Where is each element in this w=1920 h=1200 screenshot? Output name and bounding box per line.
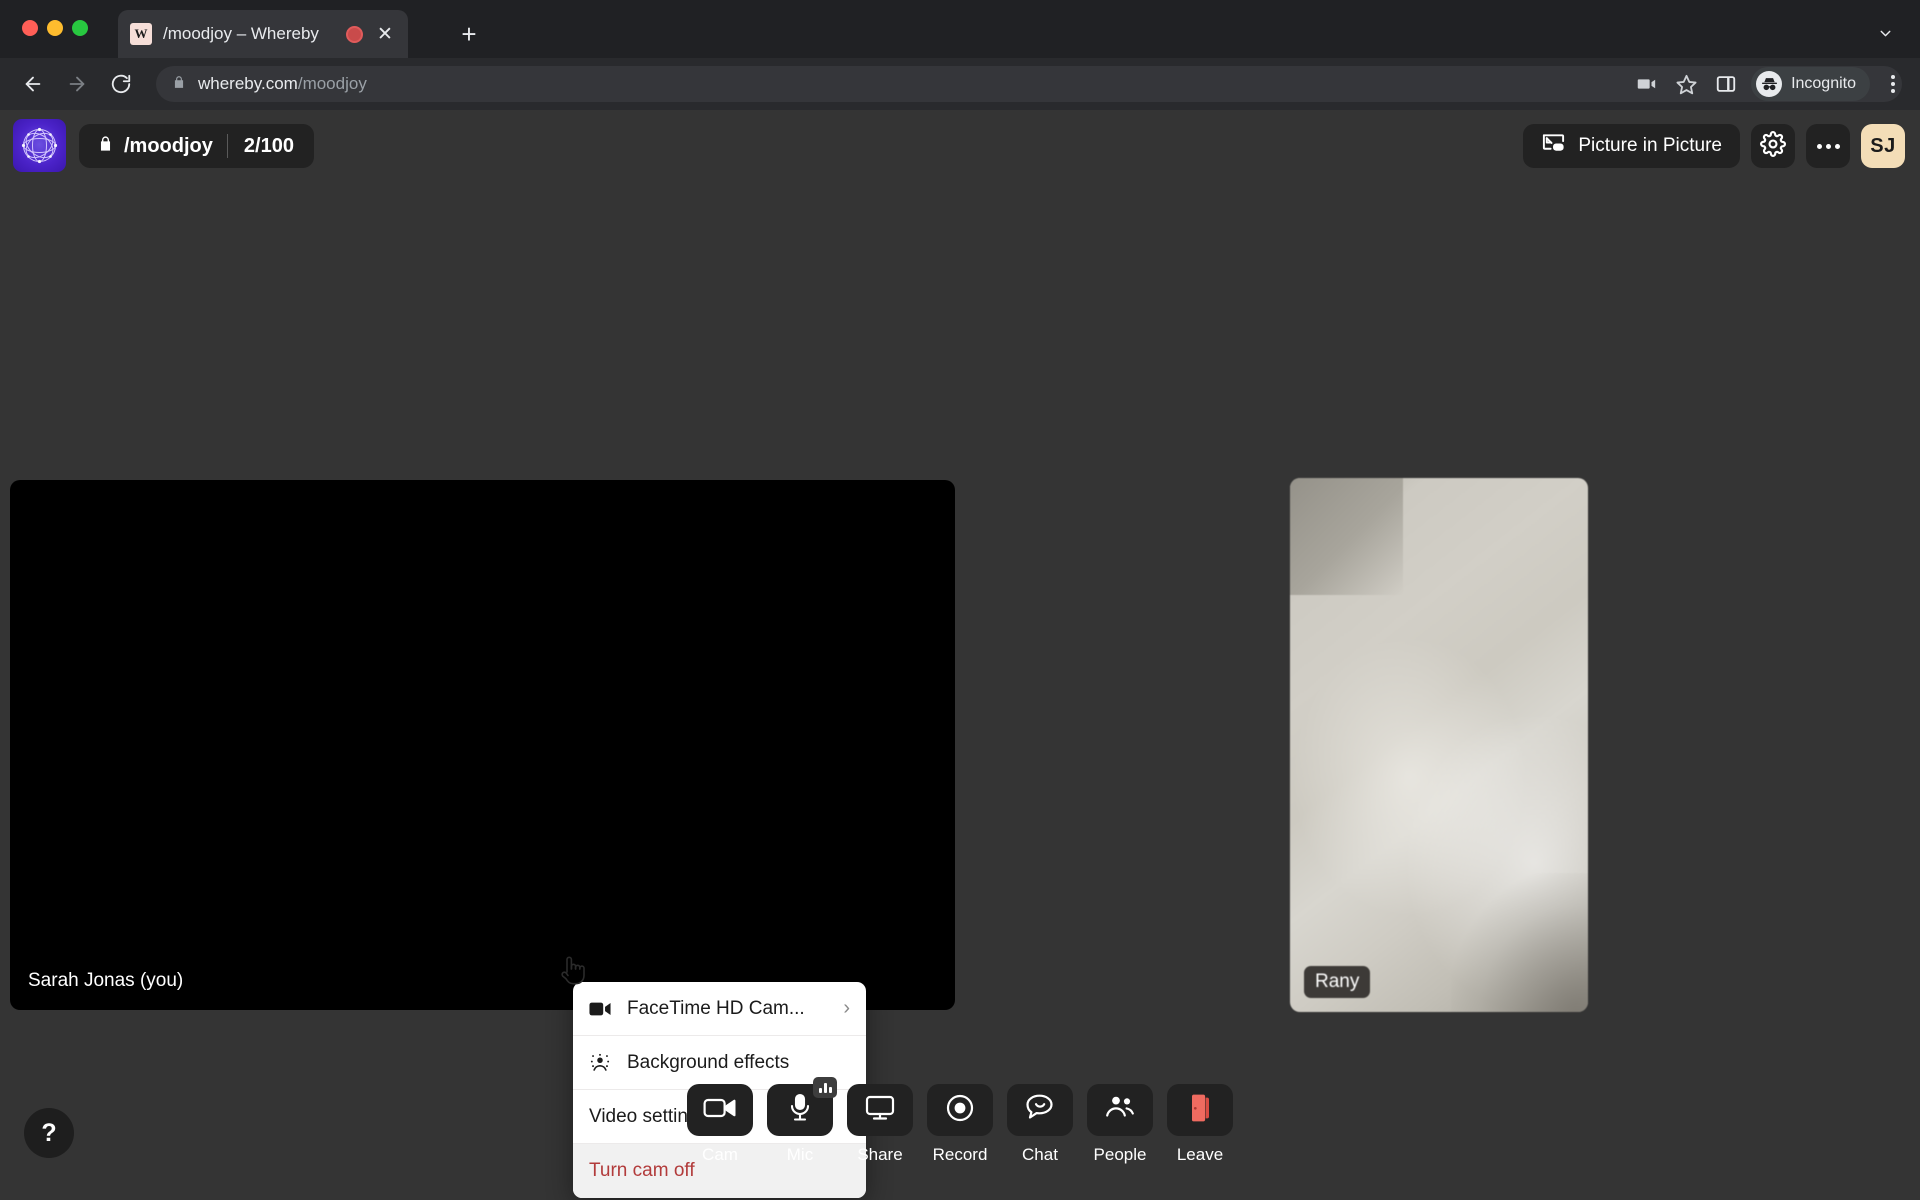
lock-icon: [172, 74, 186, 95]
chat-label: Chat: [1022, 1145, 1058, 1164]
forward-arrow-icon[interactable]: [62, 69, 92, 99]
participant-name-remote: Rany: [1304, 966, 1371, 998]
reload-arrow-icon[interactable]: [106, 69, 136, 99]
record-label: Record: [932, 1145, 988, 1164]
room-name: /moodjoy: [124, 134, 213, 157]
mic-label: Mic: [786, 1145, 814, 1164]
menu-item-camera-device[interactable]: FaceTime HD Cam... ›: [573, 982, 866, 1036]
browser-toolbar-icons: Incognito: [1631, 58, 1906, 110]
control-record[interactable]: Record: [927, 1084, 993, 1165]
room-info-pill[interactable]: /moodjoy 2/100: [79, 124, 314, 168]
chat-button[interactable]: [1007, 1084, 1073, 1136]
window-traffic-lights: [22, 20, 88, 36]
sparkle-person-icon: [589, 1052, 611, 1074]
cam-label: Cam: [702, 1145, 738, 1164]
lock-icon: [97, 134, 114, 159]
url-domain: whereby.com: [198, 74, 298, 93]
menu-item-label: Background effects: [627, 1051, 790, 1073]
participant-name-self: Sarah Jonas (you): [28, 970, 184, 991]
app-header: /moodjoy 2/100 Picture in Picture SJ: [0, 110, 1920, 192]
microphone-icon: [788, 1093, 812, 1128]
control-chat[interactable]: Chat: [1007, 1084, 1073, 1165]
chevron-right-icon: ›: [843, 997, 850, 1019]
address-bar-url: whereby.com/moodjoy: [198, 74, 367, 94]
people-label: People: [1093, 1145, 1147, 1164]
control-cam[interactable]: Cam: [687, 1084, 753, 1165]
browser-tab[interactable]: W /moodjoy – Whereby ✕: [118, 10, 408, 58]
picture-in-picture-button[interactable]: Picture in Picture: [1523, 124, 1740, 168]
cam-button[interactable]: [687, 1084, 753, 1136]
browser-toolbar: whereby.com/moodjoy Incognito: [0, 58, 1920, 110]
control-leave[interactable]: Leave: [1167, 1084, 1233, 1165]
chat-bubble-icon: [1025, 1093, 1056, 1127]
screen-share-icon: [865, 1094, 895, 1127]
url-path: /moodjoy: [297, 74, 367, 93]
mic-button[interactable]: [767, 1077, 837, 1136]
whereby-room-logo-icon[interactable]: [13, 119, 66, 172]
app-header-actions: Picture in Picture SJ: [1523, 124, 1905, 168]
control-share[interactable]: Share: [847, 1084, 913, 1165]
browser-tab-strip: W /moodjoy – Whereby ✕ +: [0, 0, 1920, 58]
share-label: Share: [857, 1145, 903, 1164]
incognito-icon: [1756, 71, 1783, 97]
chrome-menu-icon[interactable]: [1880, 75, 1906, 93]
back-arrow-icon[interactable]: [18, 69, 48, 99]
leave-door-icon: [1187, 1093, 1213, 1128]
incognito-indicator[interactable]: Incognito: [1751, 67, 1870, 101]
people-button[interactable]: [1087, 1084, 1153, 1136]
window-maximize-button[interactable]: [72, 20, 88, 36]
record-button[interactable]: [927, 1084, 993, 1136]
new-tab-button[interactable]: +: [455, 20, 483, 48]
room-name-group: /moodjoy: [83, 134, 227, 159]
picture-in-picture-label: Picture in Picture: [1578, 135, 1722, 156]
window-minimize-button[interactable]: [47, 20, 63, 36]
video-camera-icon[interactable]: [1631, 69, 1661, 99]
leave-label: Leave: [1176, 1145, 1224, 1164]
whereby-app: /moodjoy 2/100 Picture in Picture SJ Sar…: [0, 110, 1920, 1200]
people-icon: [1104, 1095, 1136, 1126]
screen: W /moodjoy – Whereby ✕ + whereby.com/moo…: [0, 0, 1920, 1200]
menu-item-label: FaceTime HD Cam...: [627, 997, 805, 1019]
more-options-button[interactable]: [1806, 124, 1850, 168]
bookmark-star-icon[interactable]: [1671, 69, 1701, 99]
picture-in-picture-icon: [1541, 132, 1566, 160]
video-camera-icon: [589, 1001, 611, 1017]
tab-title: /moodjoy – Whereby: [163, 24, 319, 43]
settings-button[interactable]: [1751, 124, 1795, 168]
mic-audio-level-badge-icon: [813, 1077, 837, 1098]
tab-list-chevron-down-icon[interactable]: [1872, 20, 1898, 46]
control-mic[interactable]: Mic: [767, 1077, 837, 1165]
share-button[interactable]: [847, 1084, 913, 1136]
gear-icon: [1760, 130, 1786, 162]
control-people[interactable]: People: [1087, 1084, 1153, 1165]
incognito-label: Incognito: [1791, 75, 1856, 92]
video-camera-icon: [703, 1096, 737, 1125]
window-close-button[interactable]: [22, 20, 38, 36]
record-dot-icon: [945, 1093, 975, 1128]
avatar[interactable]: SJ: [1861, 124, 1905, 168]
tab-recording-indicator-icon[interactable]: [346, 25, 363, 43]
meeting-controls-toolbar: Cam Mic Share Record Chat People Leave: [0, 1077, 1920, 1192]
side-panel-icon[interactable]: [1711, 69, 1741, 99]
participant-count: 2/100: [243, 134, 294, 157]
video-tile-remote[interactable]: Rany: [1290, 478, 1588, 1012]
video-tile-self[interactable]: Sarah Jonas (you): [10, 480, 955, 1010]
leave-button[interactable]: [1167, 1084, 1233, 1136]
ellipsis-icon: [1816, 143, 1840, 149]
tab-close-icon[interactable]: ✕: [374, 23, 396, 45]
whereby-favicon: W: [130, 23, 152, 45]
